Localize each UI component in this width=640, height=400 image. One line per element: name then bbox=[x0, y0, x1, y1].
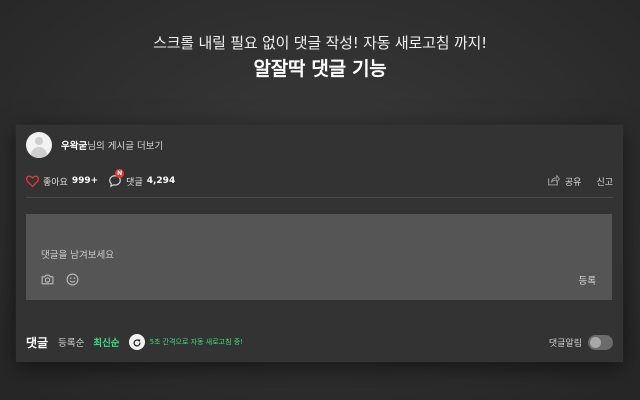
author-row[interactable]: 우왁굳님의 게시글 더보기 bbox=[26, 130, 163, 160]
composer-tools bbox=[41, 273, 91, 286]
divider bbox=[26, 197, 613, 198]
share-label: 공유 bbox=[564, 177, 582, 188]
heart-icon bbox=[26, 175, 39, 187]
auto-refresh-note: 5초 간격으로 자동 새로고침 중! bbox=[149, 338, 244, 346]
report-button[interactable]: 신고 bbox=[596, 175, 613, 188]
share-icon bbox=[547, 174, 560, 189]
share-button[interactable]: 공유 bbox=[547, 174, 582, 189]
comment-count-button[interactable]: N 댓글 4,294 bbox=[108, 169, 176, 188]
comment-alarm-label: 댓글알림 bbox=[548, 338, 582, 349]
comment-icon: N bbox=[108, 169, 125, 188]
author-link[interactable]: 우왁굳님의 게시글 더보기 bbox=[61, 138, 163, 152]
submit-button[interactable]: 등록 bbox=[579, 273, 596, 287]
camera-icon[interactable] bbox=[41, 274, 54, 285]
sort-by-registration[interactable]: 등록순 bbox=[58, 335, 84, 349]
hero-title: 알잘딱 댓글 기능 bbox=[253, 58, 387, 80]
hero-subtitle: 스크롤 내릴 필요 없이 댓글 작성! 자동 새로고침 까지! bbox=[153, 34, 487, 52]
author-more-label: 님의 게시글 더보기 bbox=[87, 141, 164, 152]
refresh-icon bbox=[132, 333, 142, 352]
avatar[interactable] bbox=[26, 132, 52, 158]
like-label: 좋아요 bbox=[43, 177, 68, 188]
comment-placeholder: 댓글을 남겨보세요 bbox=[41, 250, 114, 261]
comments-title: 댓글 bbox=[26, 335, 49, 350]
comment-label: 댓글 bbox=[126, 177, 143, 188]
comment-alarm-toggle[interactable] bbox=[588, 334, 613, 350]
comment-card: 우왁굳님의 게시글 더보기 좋아요 999+ N 댓글 4,294 공유 신고 … bbox=[16, 125, 623, 362]
author-name: 우왁굳 bbox=[61, 141, 88, 152]
comments-bar: 댓글 등록순 최신순 5초 간격으로 자동 새로고침 중! 댓글알림 bbox=[26, 331, 613, 353]
new-badge: N bbox=[115, 169, 125, 178]
comment-count: 4,294 bbox=[146, 176, 176, 186]
smile-icon[interactable] bbox=[66, 273, 79, 286]
comment-input[interactable]: 댓글을 남겨보세요 등록 bbox=[26, 214, 612, 300]
like-count: 999+ bbox=[71, 176, 99, 186]
sort-by-latest[interactable]: 최신순 bbox=[93, 335, 119, 349]
actions-row: 좋아요 999+ N 댓글 4,294 공유 신고 bbox=[26, 169, 613, 192]
like-button[interactable]: 좋아요 999+ bbox=[26, 175, 98, 188]
refresh-button[interactable] bbox=[128, 333, 145, 352]
toggle-knob bbox=[590, 336, 601, 348]
